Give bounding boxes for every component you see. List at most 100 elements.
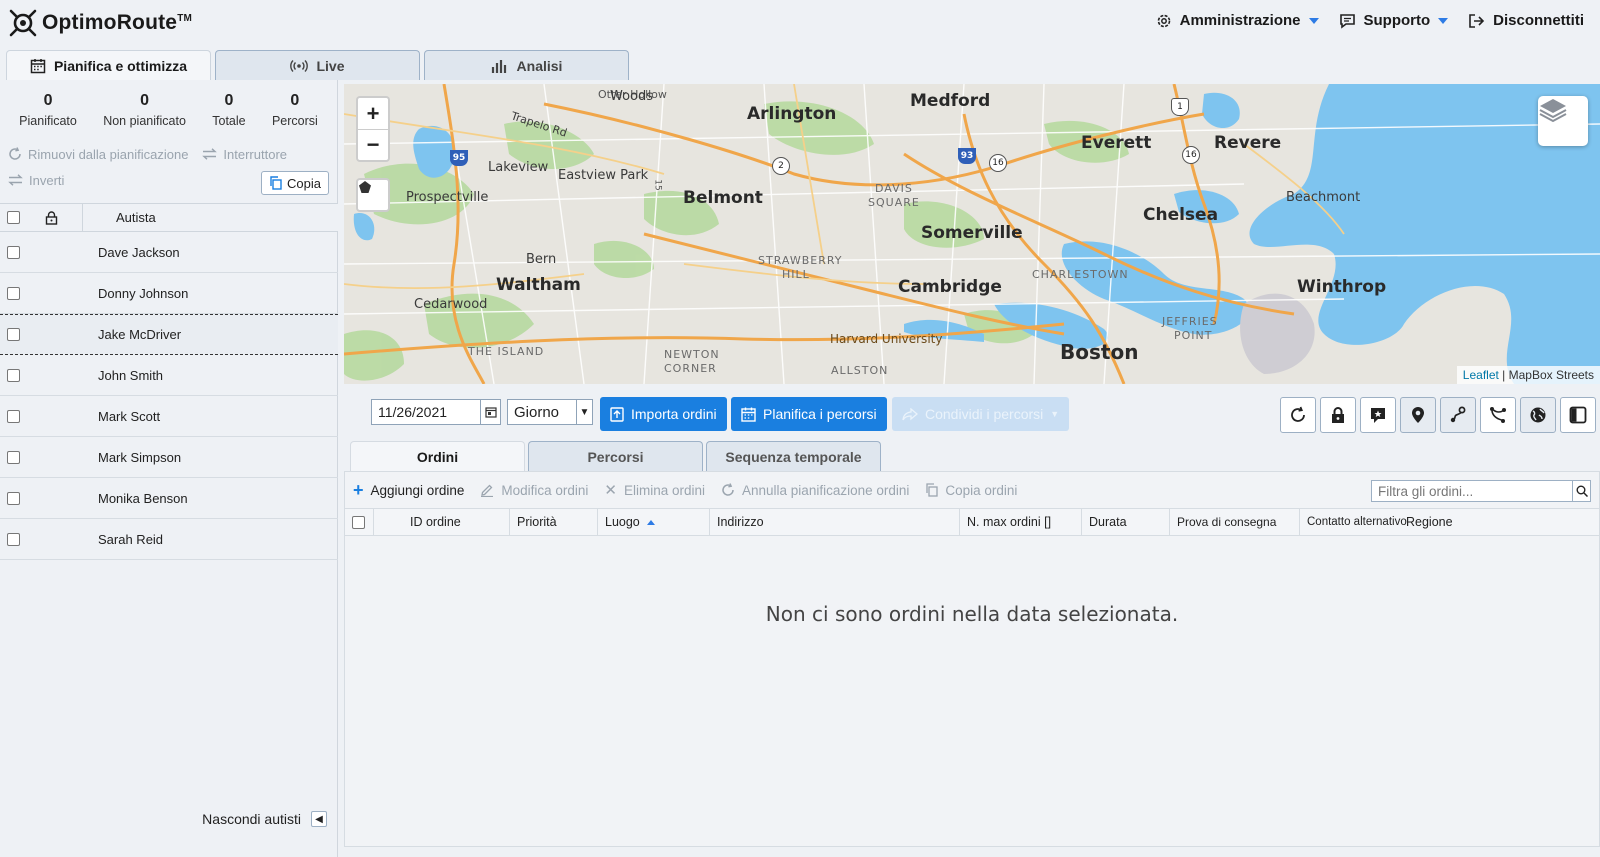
map-label: Lakeview: [488, 160, 549, 175]
tab-live[interactable]: Live: [215, 50, 420, 80]
stat-label: Totale: [212, 114, 246, 128]
column-alternate-contact[interactable]: Contatto alternativo: [1299, 509, 1407, 535]
date-picker[interactable]: 11/26/2021: [371, 399, 501, 425]
driver-name: Sarah Reid: [98, 531, 164, 547]
planning-stats: 0 Pianificato 0 Non pianificato 0 Totale…: [0, 80, 337, 135]
lock-open-icon: [45, 210, 57, 225]
brand-name: OptimoRouteTM: [42, 11, 193, 34]
column-duration[interactable]: Durata: [1081, 509, 1169, 535]
column-address[interactable]: Indirizzo: [709, 509, 959, 535]
chevron-left-icon[interactable]: ◀: [311, 811, 327, 827]
copy-button[interactable]: Copia: [261, 171, 329, 195]
refresh-button[interactable]: [1280, 397, 1316, 433]
support-menu[interactable]: Supporto: [1339, 12, 1449, 29]
row-checkbox[interactable]: [7, 328, 20, 341]
delete-orders-label: Elimina ordini: [623, 482, 706, 498]
route-shield-icon: 16: [989, 154, 1007, 172]
stat-label: Non pianificato: [103, 114, 186, 128]
tab-analytics[interactable]: Analisi: [424, 50, 629, 80]
gear-icon: [1157, 14, 1170, 27]
admin-menu[interactable]: Amministrazione: [1156, 12, 1319, 29]
row-checkbox[interactable]: [7, 450, 20, 464]
delete-orders-button[interactable]: ✕ Elimina ordini: [604, 481, 705, 499]
column-location[interactable]: Luogo: [597, 509, 709, 535]
search-icon[interactable]: [1572, 481, 1590, 501]
column-region[interactable]: Regione: [1399, 509, 1599, 535]
plan-routes-button[interactable]: Planifica i percorsi: [731, 397, 887, 431]
branch-button[interactable]: [1480, 397, 1516, 433]
panel-toggle-button[interactable]: [1560, 397, 1596, 433]
tab-routes[interactable]: Percorsi: [528, 441, 703, 471]
zoom-in-button[interactable]: +: [358, 98, 388, 129]
lock-column[interactable]: [36, 210, 66, 225]
map-label: Revere: [1214, 133, 1282, 153]
map-label: Bern: [526, 252, 557, 267]
unschedule-label: Annulla pianificazione ordini: [742, 482, 910, 498]
map-pin-button[interactable]: [1400, 397, 1436, 433]
comment-button[interactable]: [1360, 397, 1396, 433]
orders-filter-input[interactable]: Filtra gli ordini...: [1371, 480, 1591, 502]
map-label: Woods: [610, 89, 654, 104]
invert-button[interactable]: Inverti: [8, 173, 64, 188]
route-button[interactable]: [1440, 397, 1476, 433]
brand-logo[interactable]: OptimoRouteTM: [8, 8, 192, 38]
edit-orders-label: Modifica ordini: [501, 482, 589, 498]
row-checkbox[interactable]: [7, 286, 20, 300]
invert-label: Inverti: [29, 172, 65, 188]
period-value: Giorno: [514, 403, 560, 421]
driver-row[interactable]: Dave Jackson: [0, 232, 338, 273]
add-order-button[interactable]: + Aggiungi ordine: [353, 480, 464, 501]
driver-row[interactable]: John Smith: [0, 355, 338, 396]
row-checkbox[interactable]: [7, 409, 20, 423]
main-tabs: Pianifica e ottimizza Live Analisi: [6, 50, 629, 80]
tab-orders[interactable]: Ordini: [350, 441, 525, 471]
map-label: Arlington: [747, 104, 837, 124]
driver-row-selected[interactable]: Jake McDriver: [0, 314, 338, 355]
row-checkbox[interactable]: [7, 532, 20, 546]
driver-row[interactable]: Donny Johnson: [0, 273, 338, 314]
map-view[interactable]: Otter Hollow Woods Arlington Medford Eve…: [344, 84, 1600, 384]
map-label: Waltham: [496, 275, 581, 295]
tab-plan-optimize[interactable]: Pianifica e ottimizza: [6, 50, 211, 80]
remove-from-plan-button[interactable]: Rimuovi dalla pianificazione: [8, 147, 188, 162]
driver-row[interactable]: Monika Benson: [0, 478, 338, 519]
import-orders-button[interactable]: Importa ordini: [600, 397, 727, 431]
stat-unplanned: 0 Non pianificato: [103, 92, 186, 135]
planning-toolbar: 11/26/2021 Giorno ▼ Importa ordini Plani…: [344, 391, 1600, 435]
stat-value: 0: [43, 92, 53, 109]
row-checkbox[interactable]: [7, 491, 20, 505]
layers-button[interactable]: [1538, 96, 1588, 146]
draw-polygon-button[interactable]: [356, 178, 390, 212]
share-routes-button[interactable]: Condividi i percorsi ▼: [892, 397, 1070, 431]
top-bar: OptimoRouteTM Amministrazione Supporto D…: [0, 0, 1600, 46]
sort-ascending-icon: [646, 519, 655, 525]
copy-orders-button[interactable]: Copia ordini: [925, 483, 1017, 498]
driver-row[interactable]: Sarah Reid: [0, 519, 338, 560]
map-label: Prospectville: [406, 190, 489, 205]
edit-orders-button[interactable]: Modifica ordini: [480, 483, 588, 498]
driver-column-header[interactable]: Autista: [116, 210, 156, 225]
row-checkbox[interactable]: [7, 368, 20, 382]
driver-row[interactable]: Mark Simpson: [0, 437, 338, 478]
hide-drivers-toggle[interactable]: Nascondi autisti ◀: [202, 811, 327, 827]
unschedule-orders-button[interactable]: Annulla pianificazione ordini: [721, 483, 909, 498]
column-max-orders[interactable]: N. max ordini []: [959, 509, 1081, 535]
column-order-id[interactable]: ID ordine: [373, 509, 509, 535]
globe-button[interactable]: [1520, 397, 1556, 433]
tab-timeline[interactable]: Sequenza temporale: [706, 441, 881, 471]
period-select[interactable]: Giorno ▼: [507, 399, 593, 425]
column-proof-of-delivery[interactable]: Prova di consegna: [1169, 509, 1299, 535]
column-priority[interactable]: Priorità: [509, 509, 597, 535]
leaflet-link[interactable]: Leaflet: [1463, 368, 1499, 382]
lock-button[interactable]: [1320, 397, 1356, 433]
calendar-icon[interactable]: [480, 400, 500, 424]
orders-table-header: ID ordine Priorità Luogo Indirizzo N. ma…: [345, 508, 1599, 536]
map-label: Cambridge: [898, 277, 1002, 297]
row-checkbox[interactable]: [7, 245, 20, 259]
select-all-checkbox[interactable]: [7, 211, 20, 224]
switch-button[interactable]: Interruttore: [202, 147, 287, 162]
driver-row[interactable]: Mark Scott: [0, 396, 338, 437]
logout-button[interactable]: Disconnettiti: [1468, 12, 1584, 29]
zoom-out-button[interactable]: −: [358, 129, 388, 160]
select-all-orders-checkbox[interactable]: [352, 515, 365, 529]
